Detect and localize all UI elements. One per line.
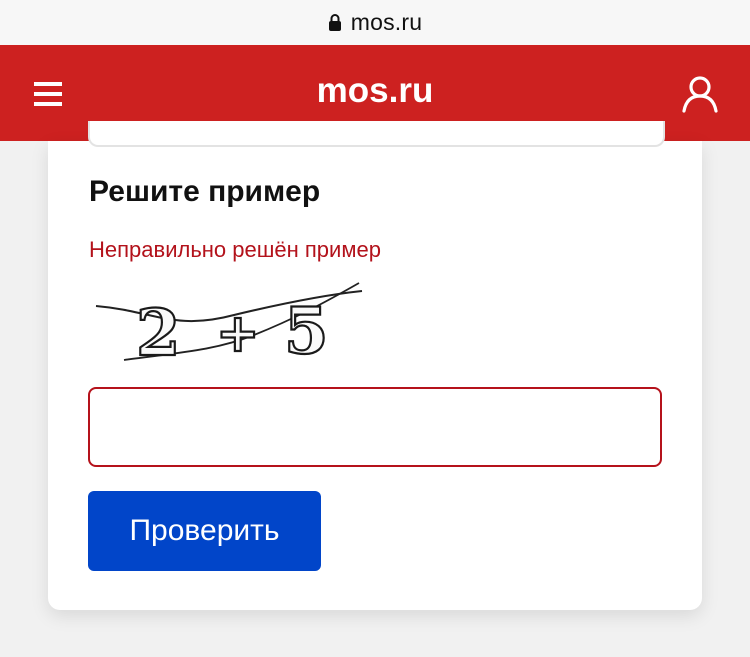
browser-url-bar[interactable]: mos.ru [0, 0, 750, 45]
captcha-answer-input[interactable] [88, 387, 662, 467]
captcha-digit-2: 5 [284, 294, 329, 367]
site-title[interactable]: mos.ru [0, 71, 750, 111]
captcha-image: 2 + 5 [95, 282, 363, 367]
captcha-digit-1: 2 [136, 296, 181, 367]
previous-input-field[interactable] [88, 121, 665, 147]
lock-icon [328, 13, 341, 31]
user-icon[interactable] [681, 75, 719, 113]
error-message: Неправильно решён пример [89, 237, 381, 262]
captcha-card: Решите пример Неправильно решён пример 2… [48, 121, 702, 610]
check-button[interactable]: Проверить [88, 491, 321, 571]
url-text[interactable]: mos.ru [351, 9, 423, 36]
captcha-operator: + [216, 303, 260, 364]
form-heading: Решите пример [89, 175, 321, 208]
